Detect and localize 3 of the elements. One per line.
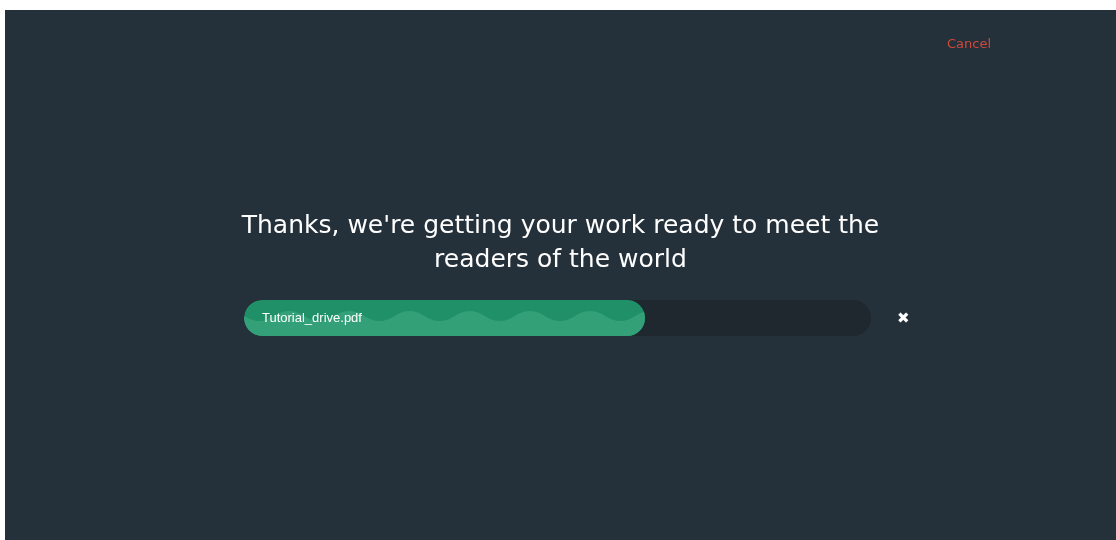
file-name: Tutorial_drive.pdf <box>262 310 362 325</box>
close-button[interactable]: ✖ <box>895 307 912 329</box>
heading: Thanks, we're getting your work ready to meet the readers of the world <box>240 209 881 275</box>
